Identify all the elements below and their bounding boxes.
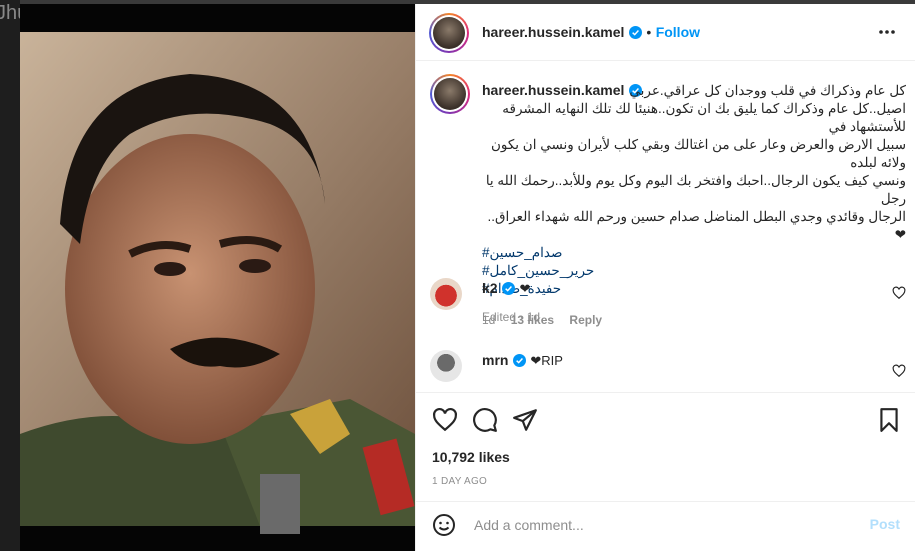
avatar[interactable]: [430, 350, 462, 382]
comment-text: ❤: [519, 281, 531, 296]
share-icon[interactable]: [512, 407, 538, 433]
likes-count[interactable]: 10,792 likes: [432, 449, 510, 465]
caption-line: ونسي كيف يكون الرجال..احبك وافتخر بك الي…: [485, 173, 906, 206]
verified-badge-icon: [512, 354, 526, 368]
post-panel: hareer.hussein.kamel • Follow hareer.hus…: [415, 4, 915, 551]
verified-badge-icon: [502, 282, 516, 296]
follow-button[interactable]: Follow: [656, 24, 700, 40]
comment-likes[interactable]: 13 likes: [511, 313, 554, 327]
comment-item: mrn ❤RIP: [430, 350, 906, 390]
caption-line: سبيل الارض والعرض وعار على من اغتالك وبق…: [490, 137, 906, 170]
backdrop-strip: [0, 0, 20, 551]
caption-line: الرجال وقائدي وجدي البطل المناضل صدام حس…: [487, 209, 907, 242]
bookmark-icon[interactable]: [876, 407, 902, 433]
post-image[interactable]: [20, 4, 415, 551]
post-button[interactable]: Post: [870, 516, 900, 532]
caption-avatar[interactable]: [430, 74, 470, 114]
heart-icon[interactable]: [432, 407, 458, 433]
caption-line: كل عام وذكراك في قلب ووجدان كل عراقي.عرب…: [629, 83, 906, 98]
comment-time: 1d: [482, 313, 496, 327]
action-bar: 10,792 likes 1 DAY AGO Post: [416, 392, 915, 543]
portrait-illustration: [20, 4, 415, 551]
header-username[interactable]: hareer.hussein.kamel: [482, 24, 624, 40]
comment-icon[interactable]: [472, 407, 498, 433]
comment-item: k2 ❤ 1d 13 likes Reply: [430, 278, 906, 328]
more-horizontal-icon[interactable]: [878, 29, 896, 35]
comment-like-icon[interactable]: [892, 364, 906, 378]
avatar[interactable]: [430, 278, 462, 310]
emoji-icon[interactable]: [432, 513, 456, 537]
reply-button[interactable]: Reply: [569, 313, 602, 327]
caption-line: اصيل..كل عام وذكراك كما يليق بك ان تكون.…: [502, 101, 906, 134]
comment-input[interactable]: [472, 516, 856, 534]
post-time: 1 DAY AGO: [432, 476, 488, 487]
comment-text: ❤RIP: [530, 353, 563, 368]
post-header: hareer.hussein.kamel • Follow: [416, 4, 915, 61]
add-comment-bar: Post: [416, 501, 915, 549]
verified-badge-icon: [628, 26, 642, 40]
comment-like-icon[interactable]: [892, 286, 906, 300]
header-avatar[interactable]: [429, 13, 469, 53]
comment-username[interactable]: k2: [482, 280, 498, 296]
comment-username[interactable]: mrn: [482, 352, 508, 368]
header-separator: •: [646, 24, 652, 40]
hashtag-link[interactable]: #صدام_حسين: [482, 244, 906, 262]
